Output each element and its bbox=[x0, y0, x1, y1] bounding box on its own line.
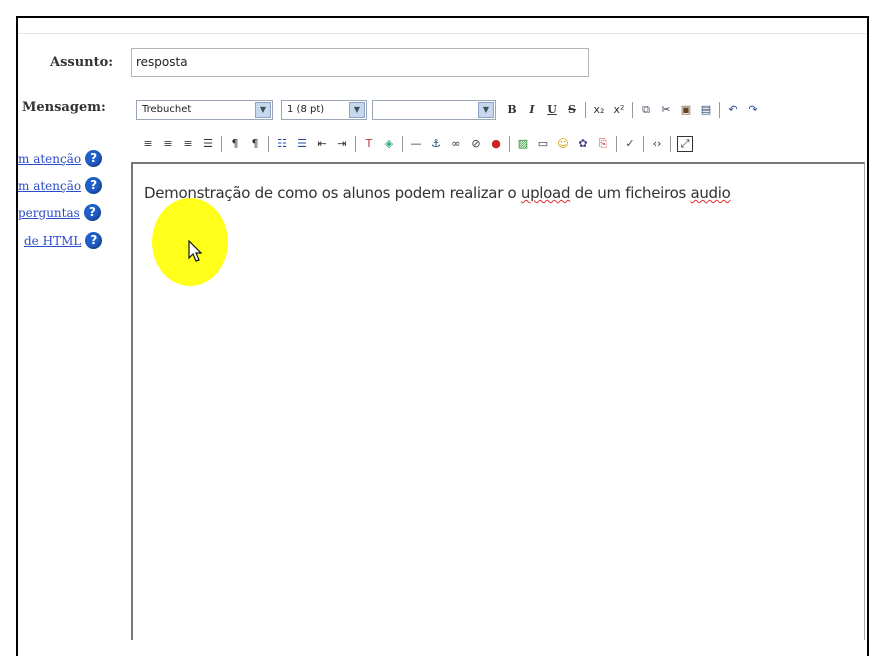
separator bbox=[355, 136, 356, 152]
text-color-icon[interactable]: T bbox=[362, 136, 376, 152]
mouse-pointer-icon bbox=[188, 240, 202, 262]
separator bbox=[509, 136, 510, 152]
misspelled-word: audio bbox=[690, 184, 731, 202]
image-icon[interactable]: ▨ bbox=[516, 136, 530, 152]
outdent-icon[interactable]: ⇤ bbox=[315, 136, 329, 152]
spellcheck-icon[interactable]: ✓ bbox=[623, 136, 637, 152]
separator bbox=[632, 102, 633, 118]
separator bbox=[585, 102, 586, 118]
subscript-button[interactable]: x₂ bbox=[592, 102, 606, 118]
help-link-label[interactable]: perguntas bbox=[18, 206, 80, 220]
special-char-icon[interactable]: ✿ bbox=[576, 136, 590, 152]
chevron-down-icon[interactable]: ▼ bbox=[478, 102, 494, 118]
unlink-icon[interactable]: ⊘ bbox=[469, 136, 483, 152]
underline-button[interactable]: U bbox=[545, 102, 559, 118]
copy-icon[interactable]: ⧉ bbox=[639, 102, 653, 118]
separator bbox=[268, 136, 269, 152]
align-left-icon[interactable]: ≡ bbox=[141, 136, 155, 152]
fullscreen-icon[interactable]: ⤢ bbox=[677, 136, 693, 152]
separator bbox=[402, 136, 403, 152]
subject-label: Assunto: bbox=[50, 55, 114, 70]
toolbar-row-2: ≡ ≡ ≡ ☰ ¶ ¶ ☷ ☰ ⇤ ⇥ T ◈ — ⚓ ∞ ⊘ ● ▨ ▭ ☺ … bbox=[138, 135, 696, 153]
help-icon[interactable]: ? bbox=[85, 177, 103, 194]
editor-text: de um ficheiros bbox=[570, 184, 691, 202]
separator bbox=[719, 102, 720, 118]
superscript-button[interactable]: x² bbox=[612, 102, 626, 118]
unordered-list-icon[interactable]: ☰ bbox=[295, 136, 309, 152]
help-icon[interactable]: ? bbox=[85, 232, 103, 249]
paste-icon[interactable]: ▣ bbox=[679, 102, 693, 118]
subject-input[interactable]: resposta bbox=[131, 48, 589, 77]
editor-content[interactable]: Demonstração de como os alunos podem rea… bbox=[144, 184, 731, 202]
font-size-select[interactable]: 1 (8 pt) ▼ bbox=[281, 100, 367, 120]
rtl-icon[interactable]: ¶ bbox=[248, 136, 262, 152]
ltr-icon[interactable]: ¶ bbox=[228, 136, 242, 152]
paste-word-icon[interactable]: ▤ bbox=[699, 102, 713, 118]
strikethrough-button[interactable]: S bbox=[565, 102, 579, 118]
bold-button[interactable]: B bbox=[505, 102, 519, 118]
italic-button[interactable]: I bbox=[525, 102, 539, 118]
divider bbox=[18, 33, 867, 34]
align-center-icon[interactable]: ≡ bbox=[161, 136, 175, 152]
redo-icon[interactable]: ↷ bbox=[746, 102, 760, 118]
align-justify-icon[interactable]: ☰ bbox=[201, 136, 215, 152]
insert-file-icon[interactable]: ⎘ bbox=[596, 136, 610, 152]
toolbar-row-1: B I U S x₂ x² ⧉ ✂ ▣ ▤ ↶ ↷ bbox=[502, 101, 763, 119]
link-icon[interactable]: ∞ bbox=[449, 136, 463, 152]
font-size-value: 1 (8 pt) bbox=[287, 104, 325, 115]
ordered-list-icon[interactable]: ☷ bbox=[275, 136, 289, 152]
help-link-label[interactable]: de HTML bbox=[24, 234, 81, 248]
font-family-value: Trebuchet bbox=[142, 104, 192, 115]
separator bbox=[616, 136, 617, 152]
undo-icon[interactable]: ↶ bbox=[726, 102, 740, 118]
html-source-icon[interactable]: ‹› bbox=[650, 136, 664, 152]
align-right-icon[interactable]: ≡ bbox=[181, 136, 195, 152]
separator bbox=[221, 136, 222, 152]
separator bbox=[670, 136, 671, 152]
cut-icon[interactable]: ✂ bbox=[659, 102, 673, 118]
help-link-2[interactable]: m atenção? bbox=[18, 177, 103, 194]
message-label: Mensagem: bbox=[22, 100, 106, 115]
separator bbox=[643, 136, 644, 152]
help-icon[interactable]: ? bbox=[83, 204, 101, 221]
nolink-icon[interactable]: ● bbox=[489, 136, 503, 152]
misspelled-word: upload bbox=[520, 184, 571, 202]
chevron-down-icon[interactable]: ▼ bbox=[255, 102, 271, 118]
help-link-1[interactable]: m atenção? bbox=[18, 150, 103, 167]
style-select[interactable]: ▼ bbox=[372, 100, 496, 120]
help-link-label[interactable]: m atenção bbox=[18, 152, 81, 166]
help-link-4[interactable]: de HTML? bbox=[24, 232, 103, 249]
background-color-icon[interactable]: ◈ bbox=[382, 136, 396, 152]
anchor-icon[interactable]: ⚓ bbox=[429, 136, 443, 152]
chevron-down-icon[interactable]: ▼ bbox=[349, 102, 365, 118]
help-link-label[interactable]: m atenção bbox=[18, 179, 81, 193]
table-icon[interactable]: ▭ bbox=[536, 136, 550, 152]
help-icon[interactable]: ? bbox=[85, 150, 103, 167]
font-family-select[interactable]: Trebuchet ▼ bbox=[136, 100, 273, 120]
message-editor[interactable]: Demonstração de como os alunos podem rea… bbox=[131, 162, 865, 640]
indent-icon[interactable]: ⇥ bbox=[335, 136, 349, 152]
help-link-3[interactable]: perguntas? bbox=[18, 204, 101, 221]
smiley-icon[interactable]: ☺ bbox=[556, 136, 570, 152]
horizontal-rule-icon[interactable]: — bbox=[409, 136, 423, 152]
